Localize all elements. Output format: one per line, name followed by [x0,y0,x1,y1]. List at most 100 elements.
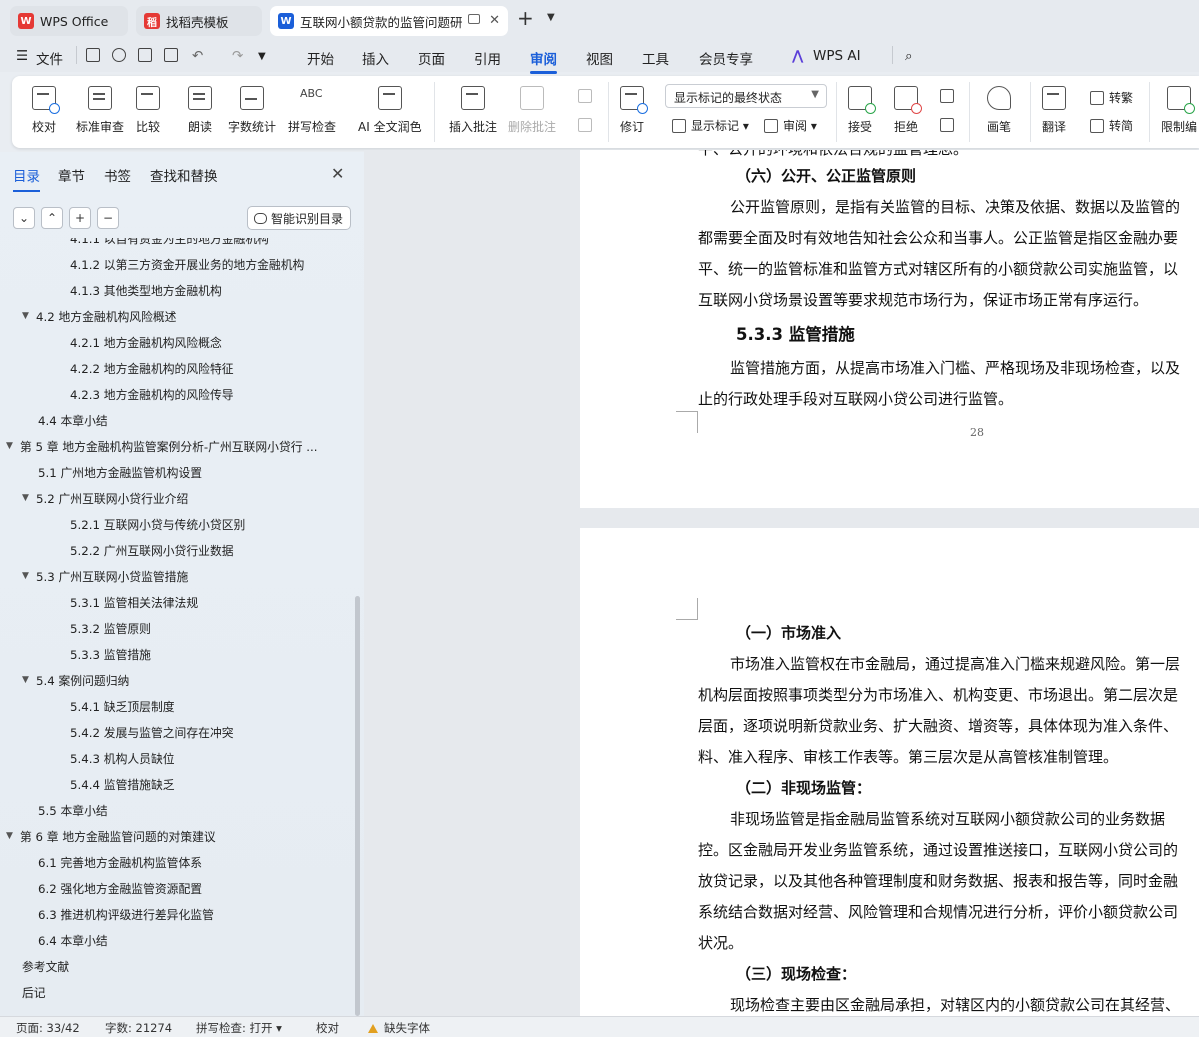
review-pane-button[interactable]: 审阅 ▾ [764,117,817,134]
to-simplified-button[interactable]: 转简 [1090,117,1133,134]
restrict-edit-button[interactable]: 限制编 [1161,76,1197,148]
smart-toc-button[interactable]: 智能识别目录 [247,206,351,230]
toc-item[interactable]: 4.1.2 以第三方资金开展业务的地方金融机构 [70,251,304,277]
toc-item[interactable]: 5.4.4 监管措施缺乏 [70,771,175,797]
expand-toggle-icon[interactable]: ▼ [22,571,36,581]
toc-item[interactable]: 5.5 本章小结 [38,797,108,823]
spell-check-status[interactable]: 拼写检查: 打开 ▾ [196,1020,282,1036]
toc-item[interactable]: 6.2 强化地方金融监管资源配置 [38,875,202,901]
word-count-button[interactable]: 字数统计 [228,76,276,148]
search-icon[interactable]: ⌕ [905,48,913,64]
missing-font-status[interactable]: 缺失字体 [368,1020,430,1036]
menu-tools[interactable]: 工具 [642,48,669,68]
ai-polish-button[interactable]: AI 全文润色 [358,76,422,148]
toc-item[interactable]: 5.2.1 互联网小贷与传统小贷区别 [70,511,245,537]
toc-item[interactable]: 4.2.1 地方金融机构风险概念 [70,329,222,355]
markup-mode-select[interactable]: 显示标记的最终状态 ▼ [665,84,827,108]
to-traditional-button[interactable]: 转繁 [1090,89,1133,106]
tab-toc[interactable]: 目录 [13,165,40,192]
menu-wps-ai[interactable]: WPS AI [813,48,861,64]
translate-button[interactable]: 翻译 [1042,76,1066,148]
tab-find-replace[interactable]: 查找和替换 [150,165,218,185]
menu-file[interactable]: 文件 [36,48,63,68]
toc-item[interactable]: 6.1 完善地方金融机构监管体系 [38,849,202,875]
close-pane-icon[interactable]: ✕ [331,164,344,183]
collapse-down-icon[interactable]: ⌄ [13,207,35,229]
show-markup-button[interactable]: 显示标记 ▾ [672,117,749,134]
menu-icon[interactable]: ☰ [16,48,28,64]
prev-comment-icon[interactable] [578,89,597,103]
page-indicator[interactable]: 页面: 33/42 [16,1020,80,1036]
prev-change-icon[interactable] [940,89,959,103]
save-icon[interactable] [86,48,100,62]
toc-item[interactable]: ▼ 5.2 广州互联网小贷行业介绍 [22,485,188,511]
monitor-icon[interactable] [468,14,480,24]
toc-item[interactable]: 4.2.2 地方金融机构的风险特征 [70,355,234,381]
print-preview-icon[interactable] [164,48,178,62]
toc-item[interactable]: 5.3.2 监管原则 [70,615,151,641]
toc-item[interactable]: ▼ 第 5 章 地方金融机构监管案例分析-广州互联网小贷行 ... [6,433,318,459]
menu-home[interactable]: 开始 [307,48,334,68]
menu-view[interactable]: 视图 [586,48,613,68]
toc-item[interactable]: ▼ 第 6 章 地方金融监管问题的对策建议 [6,823,216,849]
toc-item[interactable]: ▼ 5.4 案例问题归纳 [22,667,129,693]
toc-item[interactable]: 5.1 广州地方金融监管机构设置 [38,459,202,485]
insert-comment-button[interactable]: 插入批注 [449,76,497,148]
expand-up-icon[interactable]: ⌃ [41,207,63,229]
toc-item[interactable]: 4.2.3 地方金融机构的风险传导 [70,381,234,407]
word-count[interactable]: 字数: 21274 [105,1020,172,1036]
tab-wps-office[interactable]: W WPS Office [10,6,128,36]
proof-status[interactable]: 校对 [316,1020,339,1036]
next-change-icon[interactable] [940,118,959,132]
expand-toggle-icon[interactable]: ▼ [22,675,36,685]
toc-item[interactable]: 5.3.3 监管措施 [70,641,151,667]
menu-reference[interactable]: 引用 [474,48,501,68]
toc-item[interactable]: 参考文献 [22,953,69,979]
spell-check-button[interactable]: ABC 拼写检查 [288,76,336,148]
more-chevron-icon[interactable]: ▼ [258,51,266,62]
tab-bookmark[interactable]: 书签 [104,165,131,185]
read-aloud-button[interactable]: 朗读 [188,76,212,148]
remove-heading-icon[interactable]: − [97,207,119,229]
expand-toggle-icon[interactable]: ▼ [6,441,20,451]
toc-scrollbar[interactable] [355,596,360,1016]
toc-item[interactable]: 4.4 本章小结 [38,407,108,433]
tab-template[interactable]: 稻 找稻壳模板 [136,6,262,36]
accept-button[interactable]: 接受 [848,76,876,148]
toc-item[interactable]: 4.1.1 以自有资金为主的地方金融机构 [70,238,269,251]
toc-item[interactable]: 5.2.2 广州互联网小贷行业数据 [70,537,234,563]
compare-button[interactable]: 比较 [136,76,160,148]
toc-item[interactable]: 5.4.1 缺乏顶层制度 [70,693,175,719]
toc-item[interactable]: ▼ 4.2 地方金融机构风险概述 [22,303,176,329]
pen-button[interactable]: 画笔 [987,76,1011,148]
reject-button[interactable]: 拒绝 [894,76,922,148]
new-tab-icon[interactable]: + [517,8,534,28]
toc-item[interactable]: 5.3.1 监管相关法律法规 [70,589,198,615]
expand-toggle-icon[interactable]: ▼ [6,831,20,841]
undo-icon[interactable]: ↶ [192,48,203,64]
track-changes-button[interactable]: 修订 [620,76,648,148]
toc-item[interactable]: 5.4.3 机构人员缺位 [70,745,175,771]
toc-item[interactable]: 6.3 推进机构评级进行差异化监管 [38,901,214,927]
toc-item[interactable]: ▼ 5.3 广州互联网小贷监管措施 [22,563,188,589]
expand-toggle-icon[interactable]: ▼ [22,493,36,503]
toc-item[interactable]: 后记 [22,979,46,1005]
tab-chapter[interactable]: 章节 [58,165,85,185]
menu-member[interactable]: 会员专享 [699,48,753,68]
delete-comment-button[interactable]: 删除批注 [508,76,556,148]
add-heading-icon[interactable]: + [69,207,91,229]
std-review-button[interactable]: 标准审查 [76,76,124,148]
expand-toggle-icon[interactable]: ▼ [22,311,36,321]
close-tab-icon[interactable]: ✕ [489,13,500,28]
chevron-down-icon[interactable]: ▼ [547,12,555,23]
toc-item[interactable]: 6.4 本章小结 [38,927,108,953]
redo-icon[interactable]: ↷ [232,48,243,64]
print-icon[interactable] [138,48,152,62]
toc-item[interactable]: 4.1.3 其他类型地方金融机构 [70,277,222,303]
next-comment-icon[interactable] [578,118,597,132]
menu-review[interactable]: 审阅 [530,48,557,74]
proof-button[interactable]: 校对 [32,76,60,148]
menu-insert[interactable]: 插入 [362,48,389,68]
toc-item[interactable]: 5.4.2 发展与监管之间存在冲突 [70,719,234,745]
share-icon[interactable] [112,48,126,62]
